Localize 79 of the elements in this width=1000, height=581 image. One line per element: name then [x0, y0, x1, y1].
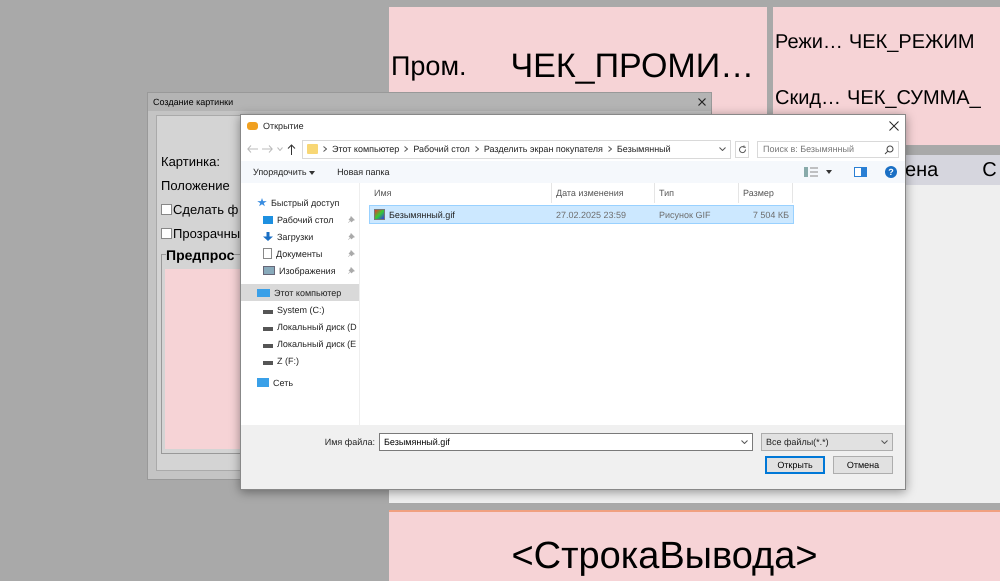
up-arrow-icon[interactable] — [287, 144, 296, 154]
column-header[interactable]: Дата изменения — [552, 183, 655, 203]
folder-icon — [307, 144, 318, 154]
chevron-right-icon — [474, 146, 479, 152]
column-header[interactable]: Имя — [370, 183, 552, 203]
column-header: ена — [905, 158, 938, 182]
chevron-down-icon[interactable] — [741, 440, 748, 444]
filename-label: Имя файла: — [324, 437, 375, 447]
chevron-down-icon[interactable] — [719, 147, 726, 151]
info-label: Скид… — [775, 87, 842, 109]
nav-item[interactable]: Рабочий стол — [241, 211, 359, 228]
field-label: Положение — [161, 178, 230, 193]
breadcrumb-item[interactable]: Рабочий стол — [413, 144, 470, 154]
drive-icon — [263, 326, 273, 330]
organize-menu[interactable]: Упорядочить — [253, 167, 316, 177]
info-label: Режи… — [775, 31, 843, 53]
file-row[interactable]: Безымянный.gif 27.02.2025 23:59 Рисунок GIF 7 504 КБ — [370, 206, 793, 223]
nav-item[interactable]: Z (F:) — [241, 352, 359, 369]
breadcrumb-item[interactable]: Этот компьютер — [332, 144, 400, 154]
nav-item[interactable]: Сеть — [241, 374, 359, 391]
caret-icon — [309, 171, 316, 175]
file-type: Рисунок GIF — [658, 210, 712, 220]
info-value: ЧЕК_РЕЖИМ — [848, 31, 975, 53]
file-name: Безымянный.gif — [389, 210, 455, 220]
system-drive-icon — [263, 310, 273, 314]
view-list-icon[interactable] — [804, 167, 818, 177]
chevron-right-icon — [323, 146, 327, 152]
nav-item[interactable]: Документы — [241, 245, 359, 262]
column-header[interactable]: Тип — [655, 183, 739, 203]
column-header: С — [982, 158, 997, 182]
dialog-title: Открытие — [263, 121, 304, 131]
output-line: <СтрокаВывода> — [511, 537, 818, 575]
caret-icon[interactable] — [826, 170, 832, 174]
close-icon[interactable] — [698, 98, 706, 106]
info-value: ЧЕК_СУММА_ — [847, 87, 981, 109]
checkbox[interactable] — [161, 204, 172, 215]
breadcrumb-item[interactable]: Безымянный — [616, 144, 671, 154]
dialog-button[interactable]: Открыть — [765, 456, 825, 474]
refresh-icon — [738, 144, 746, 154]
image-icon — [263, 266, 275, 275]
checkbox-label: Прозрачны — [173, 226, 240, 241]
search-field[interactable]: Поиск в: Безымянный — [757, 140, 899, 158]
file-date: 27.02.2025 23:59 — [555, 210, 628, 220]
search-icon — [884, 144, 894, 154]
chevron-right-icon — [404, 146, 408, 152]
checkbox[interactable] — [161, 228, 172, 239]
nav-item[interactable]: Локальный диск (D — [241, 318, 359, 335]
subtotal-label: Пром. — [391, 50, 467, 82]
chevron-down-icon — [881, 440, 888, 444]
close-icon[interactable] — [889, 121, 899, 131]
drive-icon — [263, 344, 273, 348]
nav-item[interactable]: Локальный диск (E — [241, 335, 359, 352]
address-bar[interactable]: Этот компьютер Рабочий стол Разделить экран покупателя Безымянный — [302, 140, 731, 158]
file-size: 7 504 КБ — [752, 210, 790, 220]
new-folder-button[interactable]: Новая папка — [337, 167, 390, 177]
filename-field[interactable]: Безымянный.gif — [379, 433, 753, 451]
image-file-icon — [374, 209, 385, 220]
help-button[interactable]: ? — [885, 166, 897, 178]
dialog-button[interactable]: Отмена — [833, 456, 893, 474]
nav-item[interactable]: System (C:) — [241, 301, 359, 318]
field-label: Картинка: — [161, 154, 220, 169]
checkbox-label: Сделать ф — [173, 202, 238, 217]
nav-item[interactable]: Этот компьютер — [241, 284, 359, 301]
document-icon — [263, 248, 272, 259]
nav-item[interactable]: Загрузки — [241, 228, 359, 245]
preview-pane-icon[interactable] — [854, 167, 867, 177]
dialog-title: Создание картинки — [153, 97, 234, 107]
drive-icon — [263, 360, 273, 364]
nav-item[interactable]: Быстрый доступ — [241, 194, 359, 211]
desktop-icon — [263, 216, 273, 224]
column-header[interactable]: Размер — [739, 183, 793, 203]
nav-item[interactable]: Изображения — [241, 262, 359, 279]
subtotal-value: ЧЕК_ПРОМИ… — [510, 46, 754, 86]
chevron-right-icon — [608, 146, 612, 152]
app-logo-icon — [247, 122, 258, 130]
refresh-button[interactable] — [735, 140, 749, 158]
breadcrumb-item[interactable]: Разделить экран покупателя — [484, 144, 603, 154]
file-type-dropdown[interactable]: Все файлы(*.*) — [761, 433, 893, 451]
group-title: Предпрос — [166, 247, 234, 263]
